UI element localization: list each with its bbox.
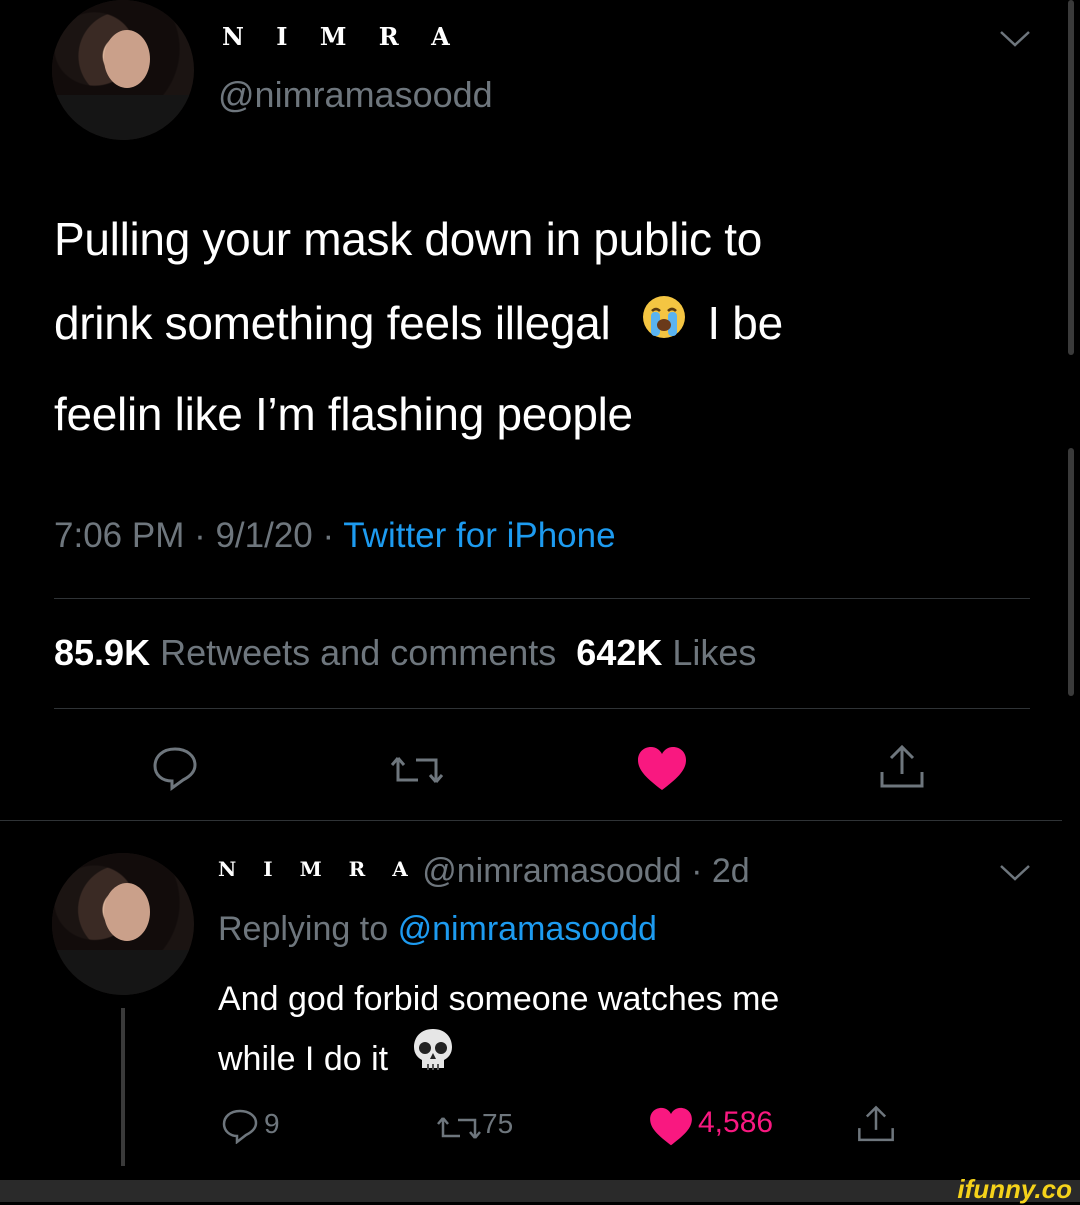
retweet-icon[interactable]	[390, 750, 444, 790]
loudly-crying-face-icon	[641, 282, 687, 366]
reply-count: 9	[264, 1108, 280, 1139]
thread-line	[121, 1008, 125, 1166]
reply-text-line: while I do it	[218, 1026, 1038, 1096]
reply-text-line: And god forbid someone watches me	[218, 980, 780, 1018]
heart-icon[interactable]	[648, 1107, 694, 1147]
scrollbar[interactable]	[1068, 0, 1074, 355]
divider	[0, 820, 1062, 821]
replying-handle[interactable]: @nimramasoodd	[398, 910, 657, 948]
watermark-bar	[0, 1180, 1080, 1202]
tweet-text-fragment: drink something feels illegal	[54, 297, 611, 349]
replying-label: Replying to	[218, 910, 389, 948]
watermark: ifunny.co	[957, 1174, 1072, 1204]
chevron-down-icon[interactable]	[998, 862, 1032, 884]
tweet-text-line: feelin like I’m flashing people	[54, 387, 633, 440]
display-name[interactable]: N I M R A	[218, 857, 418, 881]
engagement-stats: 85.9K Retweets and comments 642K Likes	[54, 632, 756, 674]
skull-icon	[410, 1026, 456, 1090]
retweets-label[interactable]: Retweets and comments	[160, 632, 556, 673]
reply-text: And god forbid someone watches me while …	[218, 972, 1038, 1096]
tweet-meta: 7:06 PM · 9/1/20 · Twitter for iPhone	[54, 516, 616, 556]
chevron-down-icon[interactable]	[998, 28, 1032, 50]
reply-header: N I M R A @nimramasoodd · 2d	[218, 852, 750, 891]
avatar[interactable]	[52, 853, 194, 995]
heart-icon[interactable]	[636, 746, 688, 792]
reply-icon[interactable]	[220, 1108, 260, 1144]
tweet-text-line: Pulling your mask down in public to	[54, 213, 762, 265]
user-handle[interactable]: @nimramasoodd	[218, 74, 493, 116]
display-name[interactable]: N I M R A	[222, 22, 462, 51]
scrollbar[interactable]	[1068, 448, 1074, 696]
share-icon[interactable]	[878, 744, 926, 790]
source-link[interactable]: Twitter for iPhone	[343, 516, 615, 555]
user-handle[interactable]: @nimramasoodd · 2d	[422, 852, 749, 890]
tweet-text-fragment: I be	[707, 297, 783, 349]
retweet-icon[interactable]	[436, 1112, 482, 1144]
like-count: 4,586	[698, 1106, 774, 1139]
avatar[interactable]	[52, 0, 194, 140]
replying-to: Replying to @nimramasoodd	[218, 910, 657, 949]
retweet-count: 75	[482, 1108, 514, 1139]
reply-icon[interactable]	[150, 745, 200, 791]
timestamp[interactable]: 7:06 PM · 9/1/20 ·	[54, 516, 343, 555]
reply-text-fragment: while I do it	[218, 1039, 389, 1078]
divider	[54, 708, 1030, 709]
likes-label[interactable]: Likes	[672, 632, 756, 673]
tweet-text-line: drink something feels illegal I be	[54, 281, 1054, 372]
share-icon[interactable]	[856, 1104, 896, 1144]
likes-count[interactable]: 642K	[576, 632, 662, 673]
divider	[54, 598, 1030, 599]
tweet-text: Pulling your mask down in public to drin…	[54, 197, 1054, 456]
retweets-count[interactable]: 85.9K	[54, 632, 150, 673]
